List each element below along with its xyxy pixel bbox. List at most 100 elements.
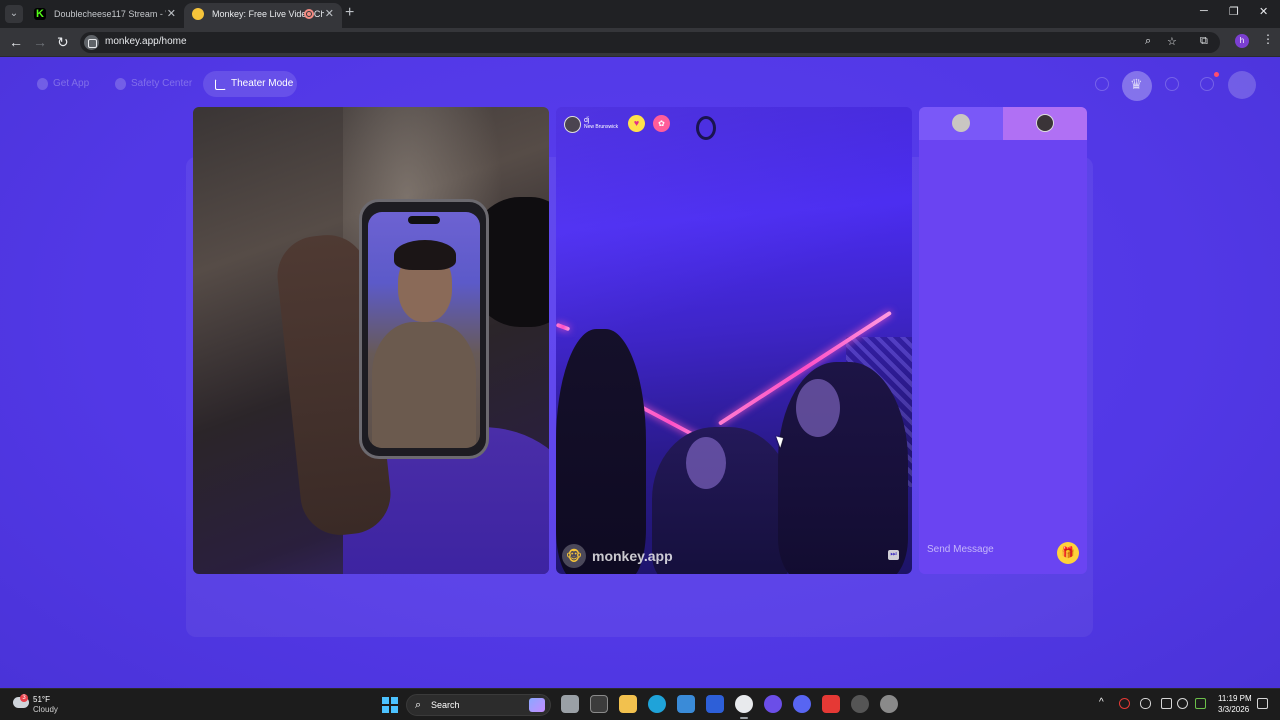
remote-face [686, 437, 726, 489]
reload-icon[interactable]: ↻ [57, 34, 69, 50]
browser-menu-icon[interactable]: ⋮ [1262, 32, 1274, 46]
store-icon[interactable] [677, 695, 695, 713]
app-icon[interactable] [764, 695, 782, 713]
site-info-icon[interactable] [84, 35, 99, 50]
tab-search-button[interactable]: ⌄ [5, 5, 23, 23]
remote-video: dj New Brunswick ♥ ✿ 🐵 monkey.app ⏭ [556, 107, 912, 574]
skip-icon[interactable]: ⏭ [888, 550, 899, 560]
chat-tabs [919, 107, 1087, 140]
self-avatar [952, 114, 970, 132]
clock-date[interactable]: 3/3/2026 [1218, 705, 1249, 714]
windows-logo-icon [382, 697, 389, 704]
windows-logo-pane [382, 706, 389, 713]
profile-avatar[interactable]: h [1235, 34, 1249, 48]
tray-app-icon[interactable] [1119, 698, 1130, 709]
remote-user-avatar [564, 115, 581, 133]
settings-icon[interactable] [880, 695, 898, 713]
display-icon[interactable] [1161, 698, 1172, 709]
windows-logo-pane [391, 706, 398, 713]
remote-user-info: dj New Brunswick [584, 117, 618, 131]
get-app-button[interactable]: Get App [33, 71, 89, 97]
chat-icon[interactable] [1200, 77, 1214, 91]
taskbar-search[interactable]: ⌕ Search [406, 694, 551, 716]
clock-time[interactable]: 11:19 PM [1218, 694, 1252, 703]
heart-icon[interactable]: ♥ [628, 115, 645, 132]
phone-person-hair [394, 240, 456, 270]
bookmark-star-icon[interactable]: ☆ [1167, 35, 1177, 48]
windows-taskbar: 3 51°F Cloudy ⌕ Search ^ 11:19 PM 3/3/20… [0, 688, 1280, 720]
kick-icon: K [34, 8, 46, 20]
chat-tab-remote[interactable] [1003, 107, 1087, 140]
remote-user-chip[interactable]: dj New Brunswick [564, 115, 618, 133]
volume-icon[interactable] [1177, 698, 1188, 709]
discord-icon[interactable] [793, 695, 811, 713]
app-icon[interactable] [822, 695, 840, 713]
notification-dot [1214, 72, 1219, 77]
held-phone [359, 199, 489, 459]
start-button[interactable] [382, 697, 398, 713]
safety-center-button[interactable]: Safety Center [111, 71, 192, 97]
remote-user-location: New Brunswick [584, 124, 619, 130]
remote-user-name: dj [584, 117, 590, 124]
history-icon[interactable] [1165, 77, 1179, 91]
gift-badge-icon[interactable]: ✿ [653, 115, 670, 132]
remote-avatar [1036, 114, 1054, 132]
close-tab-icon[interactable]: ✕ [325, 3, 334, 25]
theater-mode-label: Theater Mode [231, 78, 294, 89]
ceiling [556, 107, 912, 337]
phone-icon [37, 78, 48, 90]
address-bar[interactable]: monkey.app/home ⌕ ☆ [80, 32, 1220, 53]
browser-toolbar: ← → ↻ monkey.app/home ⌕ ☆ ⧉ h ⋮ [0, 28, 1280, 57]
monkey-watermark: 🐵 monkey.app [562, 544, 673, 568]
new-tab-button[interactable]: + [345, 4, 354, 22]
forward-icon[interactable]: → [33, 34, 47, 50]
tab-monkey[interactable]: Monkey: Free Live Video Ch ✕ [184, 3, 342, 28]
zoom-icon[interactable]: ⌕ [1145, 35, 1151, 48]
recording-icon [304, 9, 314, 19]
close-tab-icon[interactable]: ✕ [167, 3, 176, 25]
search-icon[interactable] [1095, 77, 1109, 91]
send-message-input[interactable] [927, 541, 1053, 557]
app-icon[interactable] [590, 695, 608, 713]
tab-doublecheese-stream[interactable]: K Doublecheese117 Stream - Wa ✕ [26, 3, 184, 28]
tray-overflow-icon[interactable]: ^ [1099, 697, 1104, 708]
get-app-label: Get App [53, 78, 90, 89]
expand-icon [215, 79, 226, 90]
extensions-icon[interactable]: ⧉ [1200, 35, 1208, 48]
taskbar-search-label: Search [431, 700, 460, 710]
edge-icon[interactable] [648, 695, 666, 713]
windows-logo-pane [391, 697, 398, 704]
bing-icon [529, 698, 545, 712]
task-view-icon[interactable] [561, 695, 579, 713]
safety-center-label: Safety Center [131, 78, 193, 89]
gift-icon[interactable]: 🎁 [1057, 542, 1079, 564]
battery-icon[interactable] [1195, 698, 1206, 709]
minimize-icon[interactable]: ─ [1200, 5, 1208, 17]
weather-badge: 3 [20, 694, 28, 702]
weather-condition: Cloudy [33, 705, 58, 714]
chrome-icon[interactable] [735, 695, 753, 719]
weather-temp: 51°F [33, 695, 50, 704]
theater-mode-button[interactable]: Theater Mode [203, 71, 297, 97]
app-icon[interactable] [851, 695, 869, 713]
microphone-icon[interactable] [1140, 698, 1151, 709]
avatar[interactable] [1228, 71, 1256, 99]
url-text: monkey.app/home [105, 36, 187, 47]
file-explorer-icon[interactable] [619, 695, 637, 713]
phone-screen [368, 212, 480, 448]
restore-icon[interactable]: ❐ [1229, 5, 1239, 18]
brand-name: monkey.app [592, 548, 673, 564]
chat-tab-self[interactable] [919, 107, 1003, 140]
azure-icon[interactable] [706, 695, 724, 713]
back-icon[interactable]: ← [9, 34, 23, 50]
notifications-icon[interactable] [1257, 698, 1268, 709]
chat-panel: 🎁 [919, 107, 1087, 574]
search-icon: ⌕ [415, 699, 422, 711]
browser-tab-strip: ⌄ K Doublecheese117 Stream - Wa ✕ Monkey… [0, 0, 1280, 28]
monkey-icon [192, 8, 204, 20]
crown-icon[interactable] [1122, 71, 1152, 101]
monkey-logo-icon: 🐵 [562, 544, 586, 568]
phone-person-hoodie [372, 322, 476, 448]
phone-notch [408, 216, 440, 224]
window-close-icon[interactable]: ✕ [1259, 5, 1268, 18]
